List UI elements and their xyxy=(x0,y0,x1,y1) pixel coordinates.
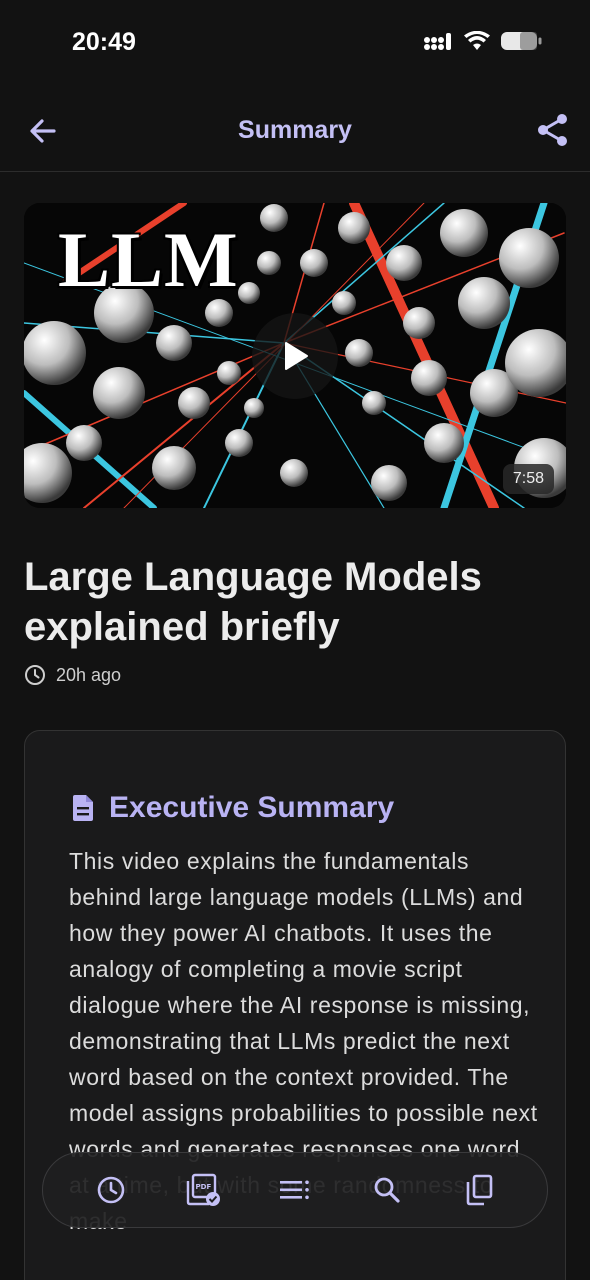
article-title: Large Language Models explained briefly xyxy=(24,555,482,649)
summary-heading-row: Executive Summary xyxy=(71,791,394,825)
play-button[interactable] xyxy=(252,313,338,399)
status-icons xyxy=(424,30,542,52)
video-duration-badge: 7:58 xyxy=(502,464,554,494)
svg-text:PDF: PDF xyxy=(196,1183,212,1191)
chapters-list-button[interactable] xyxy=(275,1170,315,1210)
pdf-export-button[interactable]: PDF xyxy=(183,1170,223,1210)
page-title: Summary xyxy=(238,116,352,144)
history-icon xyxy=(97,1176,125,1204)
search-icon xyxy=(374,1177,400,1203)
chapters-list-icon xyxy=(280,1180,309,1200)
search-button[interactable] xyxy=(367,1170,407,1210)
bottom-toolbar: PDF xyxy=(42,1152,548,1228)
summary-heading: Executive Summary xyxy=(109,791,395,824)
history-button[interactable] xyxy=(91,1170,131,1210)
time-ago: 20h ago xyxy=(56,664,122,685)
video-title-overlay: LLM xyxy=(58,216,239,303)
share-button[interactable] xyxy=(536,112,570,148)
play-icon xyxy=(285,342,308,370)
pdf-export-icon: PDF xyxy=(186,1173,220,1206)
share-icon xyxy=(538,114,567,146)
status-bar: 20:49 xyxy=(0,0,590,90)
clock-icon xyxy=(25,665,45,685)
document-icon xyxy=(73,795,93,821)
battery-icon xyxy=(501,32,542,50)
copy-icon xyxy=(466,1174,493,1206)
cellular-signal-icon xyxy=(424,33,451,50)
status-time: 20:49 xyxy=(72,28,136,56)
timestamp-row: 20h ago xyxy=(24,664,121,686)
wifi-icon xyxy=(464,31,490,50)
video-player[interactable]: LLM 7:58 xyxy=(24,203,566,508)
app-header: Summary xyxy=(0,92,590,172)
copy-button[interactable] xyxy=(459,1170,499,1210)
